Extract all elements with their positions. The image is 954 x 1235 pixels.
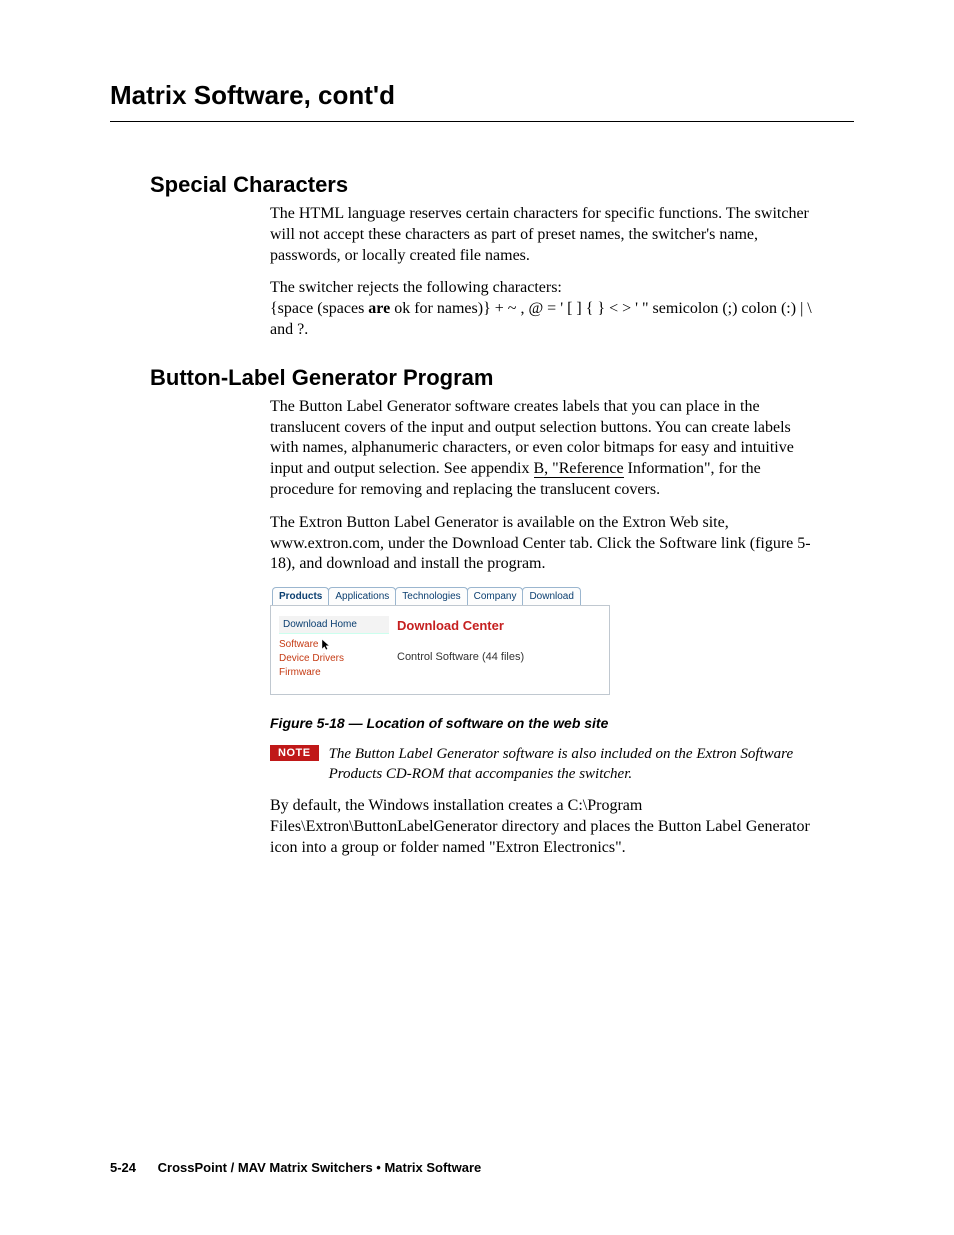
section-body-button-label-generator: The Button Label Generator software crea… bbox=[270, 397, 814, 859]
tab-label: Technologies bbox=[402, 591, 460, 602]
sidebar-item-software[interactable]: Software bbox=[279, 638, 389, 652]
paragraph: By default, the Windows installation cre… bbox=[270, 796, 814, 858]
footer-text: CrossPoint / MAV Matrix Switchers • Matr… bbox=[158, 1160, 482, 1175]
paragraph: The Extron Button Label Generator is ava… bbox=[270, 513, 814, 575]
sidebar-item-download-home[interactable]: Download Home bbox=[279, 616, 389, 634]
sidebar-item-firmware[interactable]: Firmware bbox=[279, 666, 389, 680]
sidebar-item-device-drivers[interactable]: Device Drivers bbox=[279, 652, 389, 666]
figure-5-18: Products Applications Technologies Compa… bbox=[270, 587, 814, 731]
tab-applications[interactable]: Applications bbox=[328, 587, 396, 605]
tab-download[interactable]: Download bbox=[522, 587, 580, 605]
sidebar-item-label: Firmware bbox=[279, 667, 321, 678]
cross-reference-link[interactable]: B, "Reference bbox=[534, 460, 624, 478]
note-badge: NOTE bbox=[270, 745, 319, 761]
section-body-special-characters: The HTML language reserves certain chara… bbox=[270, 204, 814, 341]
tab-label: Download bbox=[529, 591, 573, 602]
figure-text: Control Software (44 files) bbox=[397, 651, 601, 663]
text-bold: are bbox=[368, 300, 390, 317]
sidebar-item-label: Download Home bbox=[283, 619, 357, 630]
tab-products[interactable]: Products bbox=[272, 587, 329, 605]
figure-caption: Figure 5-18 — Location of software on th… bbox=[270, 715, 814, 731]
sidebar-item-label: Software bbox=[279, 639, 318, 650]
cursor-icon bbox=[322, 639, 330, 651]
note-text: The Button Label Generator software is a… bbox=[329, 745, 814, 784]
paragraph: The Button Label Generator software crea… bbox=[270, 397, 814, 501]
figure-sidebar: Download Home Software Device Drivers Fi… bbox=[279, 616, 389, 680]
tab-label: Applications bbox=[335, 591, 389, 602]
tab-technologies[interactable]: Technologies bbox=[395, 587, 467, 605]
section-title-special-characters: Special Characters bbox=[150, 172, 854, 198]
tab-panel: Download Home Software Device Drivers Fi… bbox=[270, 605, 610, 695]
page-number: 5-24 bbox=[110, 1160, 136, 1175]
figure-main: Download Center Control Software (44 fil… bbox=[397, 616, 601, 680]
paragraph: The HTML language reserves certain chara… bbox=[270, 204, 814, 266]
paragraph: The switcher rejects the following chara… bbox=[270, 278, 814, 340]
sidebar-item-label: Device Drivers bbox=[279, 653, 344, 664]
figure-frame: Products Applications Technologies Compa… bbox=[270, 587, 610, 695]
document-page: Matrix Software, cont'd Special Characte… bbox=[0, 0, 954, 1235]
note-block: NOTE The Button Label Generator software… bbox=[270, 745, 814, 784]
tab-company[interactable]: Company bbox=[467, 587, 524, 605]
tab-label: Products bbox=[279, 591, 322, 602]
figure-heading: Download Center bbox=[397, 618, 601, 633]
tab-label: Company bbox=[474, 591, 517, 602]
text: {space (spaces bbox=[270, 300, 368, 317]
tab-bar: Products Applications Technologies Compa… bbox=[270, 587, 610, 605]
section-title-button-label-generator: Button-Label Generator Program bbox=[150, 365, 854, 391]
page-footer: 5-24 CrossPoint / MAV Matrix Switchers •… bbox=[110, 1160, 481, 1175]
text: The switcher rejects the following chara… bbox=[270, 279, 562, 296]
running-header: Matrix Software, cont'd bbox=[110, 80, 854, 122]
